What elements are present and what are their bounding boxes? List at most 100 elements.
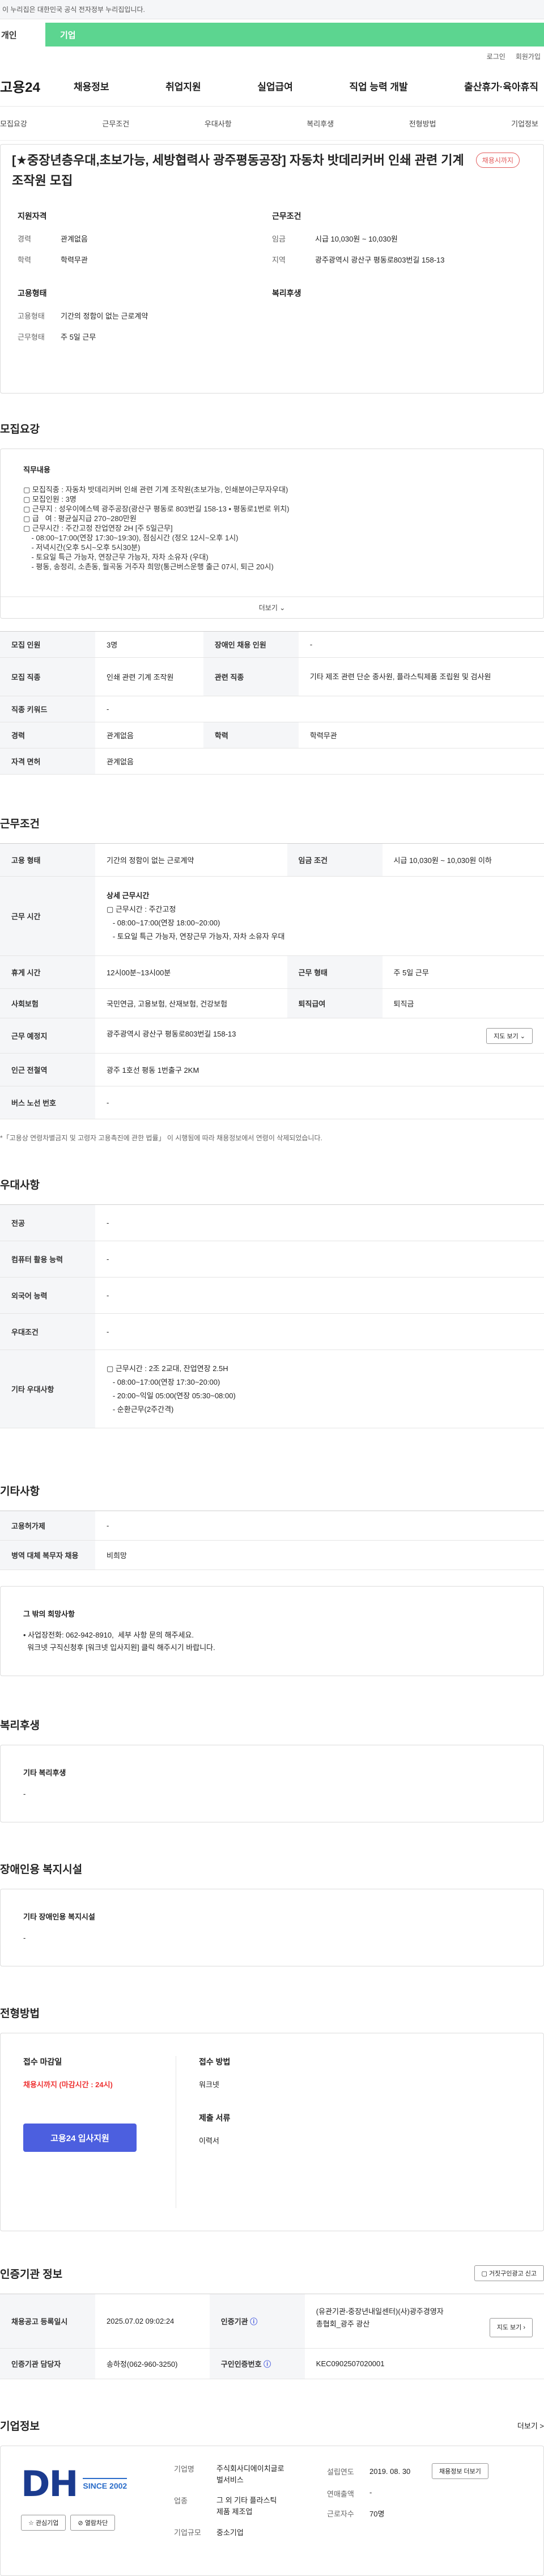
apply-box: 접수 마감일 채용시까지 (마감시간 : 24시) 고용24 입사지원 접수 방… — [0, 2033, 544, 2231]
block-icon: ⊘ — [78, 2520, 83, 2527]
cell-value: (유관기관-중장년내일센터)(사)광주경영자총협회_광주 광산 지도 보기 › — [304, 2294, 544, 2349]
hours-line: - 08:00~17:00(연장 18:00~20:00) — [107, 918, 220, 927]
company-jobs-button[interactable]: 채용정보 더보기 — [432, 2463, 488, 2479]
cell-value: 기간의 정함이 없는 근로계약 — [95, 843, 287, 877]
subnav-work-conditions[interactable]: 근무조건 — [102, 118, 129, 129]
table-row: 병역 대체 복무자 채용 비희망 — [0, 1540, 544, 1570]
subnav-recruit[interactable]: 모집요강 — [0, 118, 27, 129]
gnb-item-jobs[interactable]: 채용정보 — [74, 79, 109, 93]
work-section-title: 근무조건 — [0, 818, 40, 830]
cell-value: 인쇄 관련 기계 조작원 — [95, 657, 203, 696]
cell-value: 12시00분~13시00분 — [95, 955, 287, 989]
etc-section-title: 기타사항 — [0, 1486, 40, 1498]
cell-label: 인근 전철역 — [0, 1053, 95, 1086]
cell-label: 휴게 시간 — [0, 955, 95, 989]
cell-value: 주 5일 근무 — [382, 955, 544, 989]
company-more-link[interactable]: 더보기 > — [517, 2420, 544, 2431]
cell-label: 인증기관 담당자 — [0, 2348, 95, 2379]
cell-value: - — [95, 696, 544, 722]
table-row: 경력 관계없음 학력 학력무관 — [0, 722, 544, 748]
info-icon[interactable]: ⓘ — [250, 2317, 257, 2326]
cert-agency-value: (유관기관-중장년내일센터)(사)광주경영자총협회_광주 광산 — [316, 2307, 444, 2328]
gnb-item-employment-support[interactable]: 취업지원 — [165, 79, 201, 93]
label-region: 지역 — [272, 256, 286, 264]
cell-label: 버스 노선 번호 — [0, 1086, 95, 1119]
value-company-name: 주식회사디에이치글로벌서비스 — [216, 2464, 284, 2484]
table-row: 자격 면허 관계없음 — [0, 748, 544, 775]
company-section-title: 기업정보 — [0, 2421, 40, 2433]
map-button[interactable]: 지도 보기 ⌄ — [486, 1027, 533, 1044]
cert-agency-label: 인증기관 — [220, 2317, 248, 2326]
table-row: 사회보험 국민연금, 고용보험, 산재보험, 건강보험 퇴직급여 퇴직금 — [0, 988, 544, 1018]
cell-value: - — [298, 631, 544, 658]
pref-section-title: 우대사항 — [0, 1179, 40, 1191]
welfare-box-title: 기타 복리후생 — [23, 1769, 66, 1777]
duty-line: ▢ 근무시간 : 주간고정 잔업연장 2H [주 5일근무] — [23, 524, 173, 532]
value-founded: 2019. 08. 30 — [369, 2467, 411, 2476]
report-icon: ▢ — [481, 2270, 487, 2277]
cell-label: 퇴직급여 — [287, 988, 382, 1018]
cell-label: 직종 키워드 — [0, 696, 95, 722]
apply-button[interactable]: 고용24 입사지원 — [23, 2124, 137, 2152]
company-header: 기업정보 더보기 > — [0, 2418, 544, 2433]
cell-label: 외국어 능력 — [0, 1277, 95, 1314]
value-region: 광주광역시 광산구 평동로803번길 158-13 — [315, 256, 445, 264]
gov-notice-bar: 이 누리집은 대한민국 공식 전자정부 누리집입니다. — [0, 0, 544, 19]
conditions-title: 근무조건 — [272, 212, 301, 221]
pref-line: ▢ 근무시간 : 2조 2교대, 잔업연장 2.5H — [107, 1364, 228, 1373]
block-company-button[interactable]: ⊘ 열람차단 — [70, 2515, 116, 2531]
tab-company[interactable]: 기업 — [45, 23, 544, 46]
subnav-company[interactable]: 기업정보 — [511, 118, 538, 129]
duty-line: ▢ 근무지 : 성우이에스텍 광주공장(광산구 평동로 803번길 158-13… — [23, 505, 290, 513]
login-link[interactable]: 로그인 — [487, 52, 505, 61]
duty-line: ▢ 모집직종 : 자동차 밧데리커버 인쇄 관련 기계 조작원(초보가능, 인쇄… — [23, 485, 288, 494]
agency-map-label: 지도 보기 — [496, 2324, 522, 2331]
duty-line: - 저녁시간(오후 5시~오후 5시30분) — [23, 543, 141, 552]
duty-line: - 08:00~17:00(연장 17:30~19:30), 점심시간 (정오 … — [23, 534, 239, 542]
more-button[interactable]: 더보기 ⌄ — [1, 597, 543, 618]
table-row: 고용 형태 기간의 정함이 없는 근로계약 임금 조건 시급 10,030원 ~ 10… — [0, 843, 544, 877]
employment-title: 고용형태 — [18, 289, 47, 298]
company-logo: DH SINCE 2002 — [21, 2463, 174, 2505]
table-row: 전공 - — [0, 1204, 544, 1241]
agency-map-button[interactable]: 지도 보기 › — [489, 2317, 533, 2337]
site-logo[interactable]: 고용24 — [0, 76, 74, 96]
deadline-value: 채용시까지 (마감시간 : 24시) — [23, 2080, 113, 2089]
cell-label: 경력 — [0, 722, 95, 748]
utility-links: 로그인 회원가입 — [0, 46, 544, 66]
report-ad-button[interactable]: ▢ 거짓구인광고 신고 — [474, 2265, 544, 2281]
label-founded: 설립연도 — [327, 2467, 354, 2476]
job-title: [★중장년층우대,초보가능, 세방협력사 광주평동공장] 자동차 밧데리커버 인… — [12, 153, 464, 188]
chevron-right-icon: › — [523, 2324, 525, 2331]
label-company-size: 기업규모 — [174, 2528, 201, 2537]
subnav-selection[interactable]: 전형방법 — [409, 118, 436, 129]
cell-label: 임금 조건 — [287, 843, 382, 877]
cell-value: 3명 — [95, 631, 203, 658]
table-row: 우대조건 - — [0, 1313, 544, 1350]
deadline-badge: 채용시까지 — [475, 153, 520, 168]
workplace-address: 광주광역시 광산구 평동로803번길 158-13 — [107, 1029, 236, 1038]
cell-value: KEC0902507020001 — [304, 2348, 544, 2379]
cell-value: 시급 10,030원 ~ 10,030원 이하 — [382, 843, 544, 877]
method-value: 워크넷 — [199, 2080, 219, 2089]
tab-personal[interactable]: 개인 — [0, 23, 45, 46]
cell-value: 국민연금, 고용보험, 산재보험, 건강보험 — [95, 988, 287, 1018]
table-row: 모집 인원 3명 장애인 채용 인원 - — [0, 631, 544, 658]
qualification-block: 지원자격 경력 관계없음 학력 학력무관 고용형태 고용형태 기간의 정함이 없는 근… — [18, 210, 272, 352]
subnav-preferences[interactable]: 우대사항 — [205, 118, 232, 129]
favorite-label: 관심기업 — [35, 2520, 59, 2527]
etc-box-line: • 사업장전화: 062-942-8910, 세부 사항 문의 해주세요. — [23, 1631, 194, 1639]
info-icon[interactable]: ⓘ — [264, 2360, 271, 2368]
favorite-company-button[interactable]: ☆ 관심기업 — [21, 2515, 66, 2531]
work-table: 고용 형태 기간의 정함이 없는 근로계약 임금 조건 시급 10,030원 ~ 10… — [0, 843, 544, 1119]
gnb-item-training[interactable]: 직업 능력 개발 — [349, 79, 407, 93]
subnav-welfare[interactable]: 복리후생 — [307, 118, 334, 129]
pref-table: 전공 - 컴퓨터 활용 능력 - 외국어 능력 - 우대조건 - 기타 우대사항 ▢ 근… — [0, 1204, 544, 1428]
gnb-item-leave[interactable]: 출산휴가·육아휴직 — [464, 79, 538, 93]
cell-label: 장애인 채용 인원 — [203, 631, 299, 658]
global-nav: 고용24 채용정보 취업지원 실업급여 직업 능력 개발 출산휴가·육아휴직 — [0, 66, 544, 107]
cell-value: 광주광역시 광산구 평동로803번길 158-13 지도 보기 ⌄ — [95, 1018, 544, 1054]
signup-link[interactable]: 회원가입 — [516, 52, 541, 61]
pref-line: - 순환근무(2주간격) — [107, 1405, 174, 1414]
gnb-item-unemployment-benefit[interactable]: 실업급여 — [257, 79, 293, 93]
